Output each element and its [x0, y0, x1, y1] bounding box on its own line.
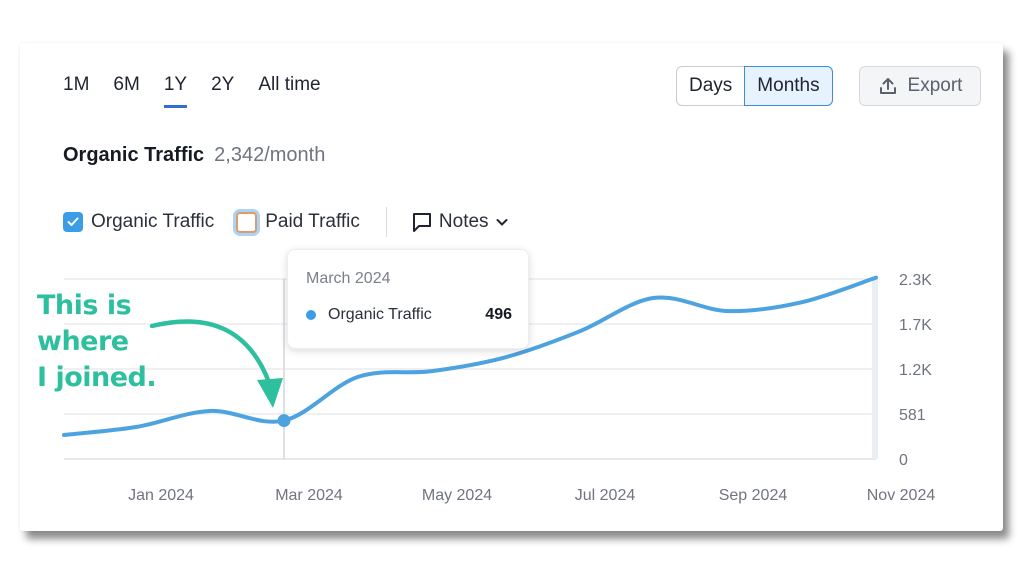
x-tick-label: May 2024 — [422, 487, 492, 504]
x-tick-label: Jul 2024 — [575, 487, 636, 504]
highlight-point[interactable] — [277, 414, 291, 428]
tooltip-date: March 2024 — [306, 270, 391, 287]
y-tick-label: 1.2K — [899, 362, 932, 379]
annotation-arrowhead — [257, 378, 283, 408]
y-tick-label: 0 — [899, 452, 908, 469]
tooltip-value: 496 — [485, 306, 512, 323]
annotation-line: This is — [37, 290, 132, 321]
x-tick-label: Mar 2024 — [275, 487, 343, 504]
series-color-dot — [306, 310, 316, 320]
annotation-arrow — [149, 319, 273, 388]
tooltip-row: Organic Traffic 496 — [306, 306, 512, 324]
annotation-line: where — [37, 326, 129, 357]
y-tick-label: 581 — [899, 407, 926, 424]
x-tick-label: Nov 2024 — [867, 487, 936, 504]
chart-end-marker — [872, 279, 878, 459]
x-tick-label: Sep 2024 — [719, 487, 788, 504]
tooltip-series: Organic Traffic — [328, 306, 432, 323]
y-tick-label: 2.3K — [899, 272, 932, 289]
y-tick-label: 1.7K — [899, 317, 932, 334]
annotation-line: I joined. — [37, 362, 157, 393]
chart-tooltip: March 2024 Organic Traffic 496 — [287, 249, 529, 349]
x-tick-label: Jan 2024 — [128, 487, 194, 504]
annotation-text: This is where I joined. — [37, 288, 157, 396]
